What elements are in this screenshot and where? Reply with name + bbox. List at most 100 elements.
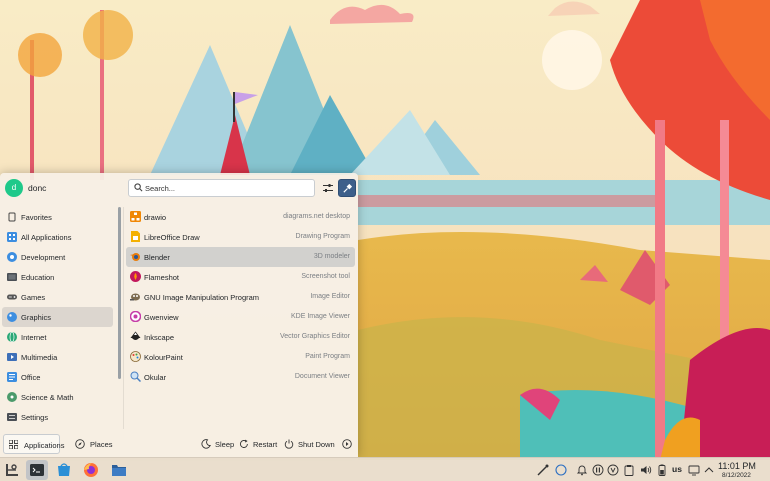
leave-icon (342, 439, 352, 449)
tray-network[interactable] (554, 463, 568, 477)
tray-display[interactable] (687, 463, 701, 477)
app-description: Drawing Program (295, 233, 350, 240)
app-name: drawio (144, 213, 167, 222)
task-file-manager[interactable] (108, 460, 130, 480)
app-description: diagrams.net desktop (283, 213, 350, 220)
leave-button[interactable] (342, 436, 354, 452)
compass-icon (75, 439, 85, 449)
task-terminal[interactable] (26, 460, 48, 480)
category-label: All Applications (21, 233, 72, 242)
category-label: Office (21, 373, 41, 382)
power-icon (284, 439, 294, 449)
firefox-icon (84, 463, 98, 477)
keyboard-layout-indicator[interactable]: us (672, 464, 682, 474)
multimedia-icon (7, 353, 17, 361)
app-item-flameshot[interactable]: Flameshot Screenshot tool (126, 267, 355, 287)
category-office[interactable]: Office (2, 367, 113, 387)
tray-volume[interactable] (639, 463, 653, 477)
tab-applications[interactable]: Applications (3, 434, 64, 454)
tray-color-picker[interactable] (536, 463, 550, 477)
sliders-icon (323, 184, 333, 192)
app-name: Flameshot (144, 273, 180, 282)
moon-icon (201, 439, 211, 449)
app-name: Inkscape (144, 333, 175, 342)
science-icon (7, 392, 17, 402)
app-item-drawio[interactable]: drawio diagrams.net desktop (126, 207, 355, 227)
category-education[interactable]: Education (2, 267, 113, 287)
app-launcher-button[interactable] (1, 460, 23, 480)
category-settings[interactable]: Settings (2, 407, 113, 427)
restart-button[interactable]: Restart (239, 436, 279, 452)
gimp-icon (130, 293, 140, 301)
favorites-icon (8, 212, 16, 222)
app-item-kolourpaint[interactable]: KolourPaint Paint Program (126, 347, 355, 367)
application-list: drawio diagrams.net desktop LibreOffice … (126, 207, 355, 429)
terminal-icon (30, 464, 44, 476)
clock-date[interactable]: 8/12/2022 (722, 472, 751, 479)
app-name: Okular (144, 373, 167, 382)
user-name: donc (28, 183, 47, 193)
search-icon (134, 183, 143, 192)
category-label: Development (21, 253, 66, 262)
games-icon (7, 294, 17, 300)
category-label: Settings (21, 413, 49, 422)
category-label: Education (21, 273, 55, 282)
blender-icon (130, 253, 140, 261)
pin-button[interactable] (338, 179, 356, 197)
category-multimedia[interactable]: Multimedia (2, 347, 113, 367)
app-description: Vector Graphics Editor (279, 333, 350, 340)
category-internet[interactable]: Internet (2, 327, 113, 347)
restart-icon (239, 439, 248, 448)
clock-time[interactable]: 11:01 PM (718, 461, 756, 471)
task-discover[interactable] (53, 460, 75, 480)
gwenview-icon (130, 311, 141, 322)
tray-media-player[interactable] (591, 463, 605, 477)
category-development[interactable]: Development (2, 247, 113, 267)
development-icon (7, 252, 17, 262)
grid-icon (9, 440, 18, 449)
libreoffice-draw-icon (131, 231, 140, 242)
app-item-gimp[interactable]: GNU Image Manipulation Program Image Edi… (126, 287, 355, 307)
category-science-math[interactable]: Science & Math (2, 387, 113, 407)
app-item-okular[interactable]: Okular Document Viewer (126, 367, 355, 387)
category-favorites[interactable]: Favorites (2, 207, 113, 227)
chevron-up-icon (704, 467, 714, 473)
display-icon (688, 465, 700, 476)
app-item-gwenview[interactable]: Gwenview KDE Image Viewer (126, 307, 355, 327)
search-field[interactable] (128, 179, 315, 197)
tray-expander[interactable] (702, 463, 716, 477)
shutdown-button[interactable]: Shut Down (284, 436, 335, 452)
tray-clipboard[interactable] (622, 463, 636, 477)
okular-icon (130, 371, 141, 382)
tray-battery[interactable] (655, 463, 669, 477)
app-item-blender[interactable]: Blender 3D modeler (126, 247, 355, 267)
volume-icon (641, 466, 652, 474)
avatar[interactable]: d (5, 179, 23, 197)
tray-updates[interactable] (606, 463, 620, 477)
updates-icon (607, 464, 619, 476)
tab-places[interactable]: Places (70, 434, 115, 454)
battery-icon (658, 464, 666, 476)
app-description: 3D modeler (313, 253, 350, 260)
task-firefox[interactable] (80, 460, 102, 480)
category-label: Graphics (21, 313, 52, 322)
color-picker-icon (537, 464, 549, 476)
app-description: KDE Image Viewer (290, 313, 350, 320)
internet-icon (7, 332, 17, 342)
category-games[interactable]: Games (2, 287, 113, 307)
app-description: Image Editor (310, 293, 350, 300)
settings-icon (7, 413, 17, 421)
clipboard-icon (624, 465, 634, 476)
sleep-button[interactable]: Sleep (201, 436, 235, 452)
tab-label: Places (90, 440, 113, 449)
configure-button[interactable] (319, 179, 337, 197)
category-scrollbar[interactable] (118, 207, 121, 379)
category-label: Science & Math (21, 393, 74, 402)
app-item-libreoffice-draw[interactable]: LibreOffice Draw Drawing Program (126, 227, 355, 247)
category-all-applications[interactable]: All Applications (2, 227, 113, 247)
app-item-inkscape[interactable]: Inkscape Vector Graphics Editor (126, 327, 355, 347)
tray-notifications[interactable] (575, 463, 589, 477)
category-graphics[interactable]: Graphics (2, 307, 113, 327)
search-input[interactable] (145, 182, 310, 194)
pause-icon (592, 464, 604, 476)
